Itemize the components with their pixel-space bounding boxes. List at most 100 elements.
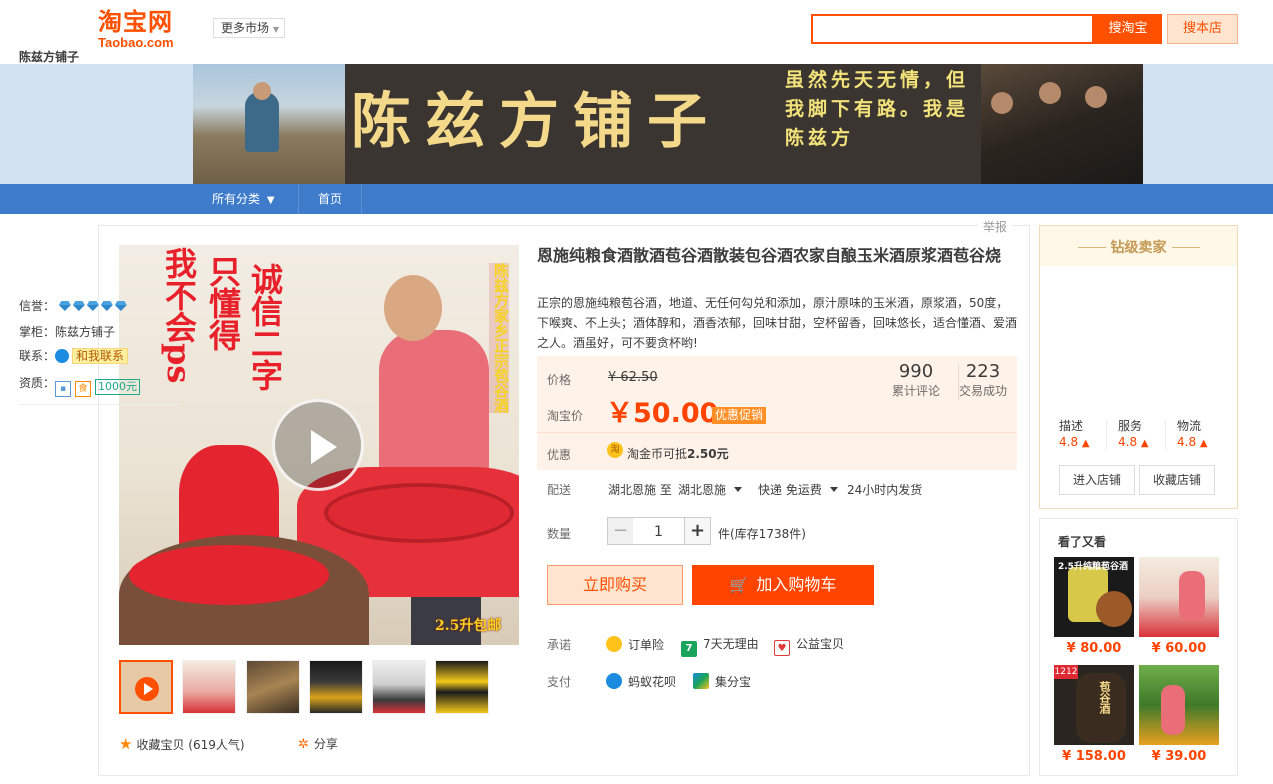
banner-person (245, 92, 279, 152)
id-verified-icon[interactable]: ▪ (55, 381, 72, 397)
quantity-decrease-button[interactable]: − (607, 517, 634, 545)
diamond-icon (101, 301, 113, 311)
banner-person (1039, 82, 1061, 104)
banner-photo-right (981, 64, 1143, 184)
thumbnail-image[interactable] (435, 660, 489, 714)
nav-all-categories-label: 所有分类 (212, 192, 261, 206)
score-label: 服务 (1118, 419, 1143, 433)
diamond-icon (115, 301, 127, 311)
search-input[interactable] (811, 14, 1094, 44)
add-to-cart-button[interactable]: 🛒 加入购物车 (692, 565, 874, 605)
ship-method-label: 快递 免运费 (758, 483, 822, 497)
food-license-icon[interactable]: 食 (75, 381, 92, 397)
collect-item[interactable]: ★ 收藏宝贝 (619人气) (119, 736, 245, 753)
buy-now-button[interactable]: 立即购买 (547, 565, 683, 605)
report-link[interactable]: 举报 (978, 219, 1012, 235)
top-header: 淘宝网 Taobao.com 更多市场 ▼ 搜淘宝 搜本店 (0, 0, 1273, 64)
seller-qualification-row: 资质： ▪ 食 1000元 (19, 374, 141, 397)
logo-en: Taobao.com (98, 35, 174, 50)
taobao-logo[interactable]: 淘宝网 Taobao.com (98, 8, 198, 52)
recommendation-item[interactable]: 1212 苞谷酒 (1054, 665, 1134, 745)
recommendation-price[interactable]: ¥ 39.00 (1139, 749, 1219, 764)
recommendation-price[interactable]: ¥ 80.00 (1054, 641, 1134, 656)
credit-diamonds[interactable] (59, 299, 129, 313)
recommendation-item[interactable]: 2.5升纯粮苞谷酒 (1054, 557, 1134, 637)
quantity-input[interactable]: 1 (633, 517, 684, 545)
keeper-name[interactable]: 陈兹方铺子 (55, 325, 115, 339)
shop-banner[interactable]: 陈兹方铺子 虽然先天无情，但我脚下有路。我是陈兹方 (193, 64, 1143, 184)
diamond-icon (87, 301, 99, 311)
share-icon: ✲ (298, 737, 309, 752)
image-person-head (384, 275, 442, 341)
promise-order-insurance-label: 订单险 (628, 638, 665, 652)
original-price: ¥ 62.50 (608, 370, 658, 385)
promise-order-insurance[interactable]: 订单险 (606, 636, 664, 653)
contact-seller-button[interactable]: 和我联系 (72, 348, 129, 364)
thumbnail-video[interactable] (119, 660, 173, 714)
sales-label: 交易成功 (958, 384, 1007, 398)
rec-label: 2.5升纯粮苞谷酒 (1058, 562, 1128, 572)
chevron-down-icon: ▼ (272, 25, 279, 34)
qualification-label: 资质： (19, 376, 56, 390)
favorite-shop-button[interactable]: 收藏店铺 (1139, 465, 1215, 495)
image-text-left-col2: 只懂得 (204, 255, 242, 351)
promise-seven-day[interactable]: 7 7天无理由 (681, 636, 759, 657)
score-value-wrap: 4.8 ▲ (1177, 434, 1208, 452)
stock-text: 件(库存1738件) (718, 527, 806, 541)
ship-to-dropdown[interactable]: 湖北恩施 (678, 481, 743, 498)
payment-huabei[interactable]: 蚂蚁花呗 (606, 673, 676, 690)
thumbnail-image[interactable] (309, 660, 363, 714)
insurance-icon (606, 636, 622, 652)
image-jar-lid (324, 483, 514, 543)
nav-all-categories[interactable]: 所有分类 ▼ (193, 184, 298, 214)
coin-amount: 2.50元 (687, 447, 729, 461)
banner-photo-left (193, 64, 345, 184)
nav-home[interactable]: 首页 (298, 184, 362, 214)
thumbnail-image[interactable] (246, 660, 300, 714)
score-service: 服务 4.8 ▲ (1118, 418, 1149, 452)
promo-tag[interactable]: 优惠促销 (712, 407, 767, 424)
recommendation-item[interactable] (1139, 665, 1219, 745)
recommendation-item[interactable] (1139, 557, 1219, 637)
quantity-increase-button[interactable]: + (684, 517, 711, 545)
share-link[interactable]: ✲ 分享 (298, 736, 338, 753)
deposit-badge[interactable]: 1000元 (95, 379, 141, 395)
image-text-left-col1: 我不会ps (160, 247, 198, 384)
logo-cn: 淘宝网 (98, 8, 173, 36)
seller-rank-title: 钻级卖家 (1110, 240, 1167, 256)
product-main-image[interactable]: 我不会ps 只懂得 诚信二字 陈兹方家乡正宗苞谷酒 2.5升包邮 (119, 245, 519, 645)
shipping-label: 配送 (547, 483, 572, 497)
payment-jifenbao[interactable]: 集分宝 (693, 673, 751, 690)
ship-method-dropdown[interactable]: 快递 免运费 (758, 481, 838, 498)
rec-bowl (1096, 591, 1132, 627)
recommendation-price[interactable]: ¥ 60.00 (1139, 641, 1219, 656)
video-play-button[interactable] (272, 399, 364, 491)
recommendation-price[interactable]: ¥ 158.00 (1054, 749, 1134, 764)
score-label: 物流 (1177, 419, 1202, 433)
credit-label: 信誉： (19, 299, 56, 313)
thumbnail-image[interactable] (372, 660, 426, 714)
star-icon: ★ (119, 735, 133, 753)
promise-charity[interactable]: ♥ 公益宝贝 (774, 636, 844, 656)
score-description: 描述 4.8 ▲ (1059, 418, 1090, 452)
payment-jifenbao-label: 集分宝 (715, 675, 752, 689)
search-shop-button[interactable]: 搜本店 (1167, 14, 1238, 44)
enter-shop-button[interactable]: 进入店铺 (1059, 465, 1135, 495)
score-value-wrap: 4.8 ▲ (1118, 434, 1149, 452)
more-market-label: 更多市场 (221, 21, 270, 35)
shop-nav: 所有分类 ▼ 首页 (0, 184, 1273, 214)
seller-contact-row: 联系： 和我联系 (19, 347, 129, 364)
huabei-icon (606, 673, 622, 689)
more-market-dropdown[interactable]: 更多市场 ▼ (213, 18, 285, 38)
caret-down-icon (829, 487, 838, 492)
payment-huabei-label: 蚂蚁花呗 (628, 675, 677, 689)
thumbnail-image[interactable] (182, 660, 236, 714)
search-taobao-button[interactable]: 搜淘宝 (1094, 14, 1162, 44)
reviews-stat[interactable]: 990 累计评论 (886, 362, 946, 400)
rec-person (1161, 685, 1185, 735)
recommendations-title: 看了又看 (1058, 535, 1107, 549)
arrow-up-icon: ▲ (1199, 438, 1208, 449)
seller-shop-name[interactable]: 陈兹方铺子 (19, 48, 79, 65)
jifenbao-icon (693, 673, 709, 689)
product-subtitle: 正宗的恩施纯粮苞谷酒，地道、无任何勾兑和添加，原汁原味的玉米酒，原浆酒，50度，… (537, 296, 1018, 350)
